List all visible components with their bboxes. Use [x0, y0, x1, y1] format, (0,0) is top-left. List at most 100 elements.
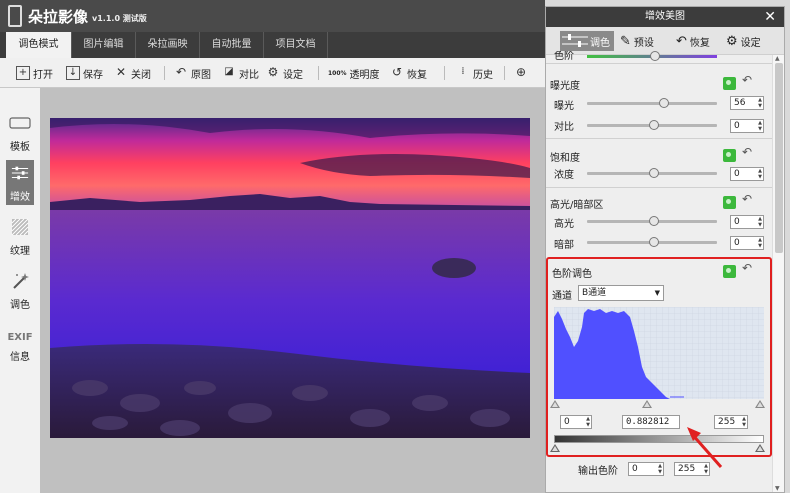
panel-tab-label: 设定: [740, 37, 761, 49]
sidebar-item-color[interactable]: 调色: [0, 268, 40, 313]
exposure-reset-icon[interactable]: ↶: [742, 73, 752, 87]
opacity-button[interactable]: 100% 透明度: [328, 65, 380, 81]
highlights-slider[interactable]: [587, 216, 717, 226]
sidebar-item-enhance[interactable]: 增效: [0, 160, 40, 205]
saturation-reset-icon[interactable]: ↶: [742, 145, 752, 159]
exposure-slider[interactable]: [587, 98, 717, 108]
scrollbar-thumb[interactable]: [775, 63, 783, 253]
title-bar: 朵拉影像 v1.1.0 测试版: [0, 0, 545, 32]
levels-histogram[interactable]: [554, 307, 764, 399]
close-button[interactable]: ✕ 关闭: [114, 65, 151, 81]
panel-tab-color[interactable]: 调色: [560, 31, 614, 51]
photo-preview[interactable]: [50, 118, 530, 438]
app-logo-icon: [8, 5, 22, 27]
toolbar: + 打开 ↓ 保存 ✕ 关闭 ↶ 原图 ◪ 对比 ⚙ 设定 100% 透明度 ↺ 恢复 ⁞ 历史 …: [0, 58, 545, 88]
spin-value: 0: [564, 417, 570, 427]
spin-arrows-icon[interactable]: ▲ ▼: [758, 168, 762, 180]
spin-value: 0: [632, 464, 638, 474]
spin-value: 0: [734, 169, 740, 179]
scroll-down-icon[interactable]: ▼: [775, 485, 780, 492]
shadows-slider[interactable]: [587, 237, 717, 247]
slider-knob[interactable]: [649, 237, 659, 247]
texture-icon: [11, 218, 29, 236]
restore-button[interactable]: ↺ 恢复: [390, 65, 427, 81]
highlight-title: 高光/暗部区: [550, 200, 604, 211]
spin-arrows-icon[interactable]: ▲ ▼: [742, 416, 746, 428]
spin-arrows-icon[interactable]: ▲ ▼: [758, 97, 762, 109]
scroll-up-icon[interactable]: ▲: [775, 55, 780, 62]
exposure-spinbox[interactable]: 56 ▲ ▼: [730, 96, 764, 110]
spin-arrows-icon[interactable]: ▲ ▼: [658, 463, 662, 475]
output-black-handle[interactable]: [550, 444, 560, 452]
toolbar-divider: [164, 66, 165, 80]
compare-label: 对比: [239, 69, 259, 81]
slider-knob[interactable]: [649, 168, 659, 178]
sidebar-item-label: 增效: [10, 192, 30, 203]
input-gamma-handle[interactable]: [642, 400, 652, 408]
left-sidebar: 模板 增效 纹理 调色 EXIF 信息: [0, 88, 40, 493]
sidebar-item-info[interactable]: EXIF 信息: [0, 328, 40, 365]
output-white-handle[interactable]: [755, 444, 765, 452]
shadows-label: 暗部: [554, 240, 574, 251]
contrast-spinbox[interactable]: 0 ▲ ▼: [730, 119, 764, 133]
channel-select[interactable]: B通道 ▼: [578, 285, 664, 301]
image-canvas[interactable]: [40, 88, 545, 493]
settings-button[interactable]: ⚙ 设定: [266, 65, 303, 81]
slider-knob[interactable]: [649, 120, 659, 130]
sidebar-item-template[interactable]: 模板: [0, 110, 40, 155]
input-white-point-handle[interactable]: [755, 400, 765, 408]
channel-value: B通道: [582, 288, 607, 298]
undo-icon: ↶: [175, 65, 187, 79]
close-icon[interactable]: ✕: [764, 7, 776, 27]
app-version: v1.1.0 测试版: [92, 13, 147, 23]
zoom-icon: ⊕: [515, 65, 527, 79]
panel-tab-preset[interactable]: ✎ 预设: [620, 31, 654, 51]
exposure-toggle[interactable]: [723, 77, 736, 90]
saturation-toggle[interactable]: [723, 149, 736, 162]
original-label: 原图: [191, 69, 211, 81]
input-black-point-handle[interactable]: [550, 400, 560, 408]
saturation-spinbox[interactable]: 0 ▲ ▼: [730, 167, 764, 181]
spin-arrows-icon[interactable]: ▲ ▼: [758, 237, 762, 249]
zoom-button[interactable]: ⊕: [514, 65, 531, 81]
levels-reset-icon[interactable]: ↶: [742, 261, 752, 275]
output-low-spinbox[interactable]: 0 ▲ ▼: [628, 462, 664, 476]
compare-button[interactable]: ◪ 对比: [222, 65, 259, 81]
tab-dora-frame[interactable]: 朵拉画映: [136, 32, 200, 58]
slider-knob[interactable]: [659, 98, 669, 108]
opacity-label: 透明度: [349, 69, 380, 81]
tab-image-edit[interactable]: 图片编辑: [72, 32, 136, 58]
highlight-reset-icon[interactable]: ↶: [742, 192, 752, 206]
spin-arrows-icon[interactable]: ▲ ▼: [758, 120, 762, 132]
levels-title: 色阶调色: [552, 269, 592, 280]
tab-project-docs[interactable]: 项目文档: [264, 32, 328, 58]
open-label: 打开: [33, 69, 53, 81]
input-gamma-field[interactable]: 0.882812: [622, 415, 680, 429]
shadows-spinbox[interactable]: 0 ▲ ▼: [730, 236, 764, 250]
original-button[interactable]: ↶ 原图: [174, 65, 211, 81]
color-level-knob[interactable]: [650, 51, 660, 61]
saturation-slider[interactable]: [587, 168, 717, 178]
levels-toggle[interactable]: [723, 265, 736, 278]
history-button[interactable]: ⁞ 历史: [456, 65, 493, 81]
spin-arrows-icon[interactable]: ▲ ▼: [586, 416, 590, 428]
save-label: 保存: [83, 69, 103, 81]
highlight-toggle[interactable]: [723, 196, 736, 209]
highlights-spinbox[interactable]: 0 ▲ ▼: [730, 215, 764, 229]
sidebar-item-texture[interactable]: 纹理: [0, 214, 40, 259]
panel-tab-settings[interactable]: ⚙ 设定: [726, 31, 761, 51]
tab-color-mode[interactable]: 调色模式: [6, 32, 72, 58]
contrast-slider[interactable]: [587, 120, 717, 130]
open-button[interactable]: + 打开: [16, 65, 53, 81]
spin-arrows-icon[interactable]: ▲ ▼: [758, 216, 762, 228]
enhance-icon: [11, 166, 29, 180]
sidebar-item-label: 模板: [10, 142, 30, 153]
panel-tab-restore[interactable]: ↶ 恢复: [676, 31, 710, 51]
toolbar-divider: [504, 66, 505, 80]
save-button[interactable]: ↓ 保存: [66, 65, 103, 81]
panel-scrollbar[interactable]: ▲ ▼: [772, 55, 784, 492]
download-icon: ↓: [66, 66, 80, 80]
input-low-spinbox[interactable]: 0 ▲ ▼: [560, 415, 592, 429]
slider-knob[interactable]: [649, 216, 659, 226]
tab-auto-batch[interactable]: 自动批量: [200, 32, 264, 58]
